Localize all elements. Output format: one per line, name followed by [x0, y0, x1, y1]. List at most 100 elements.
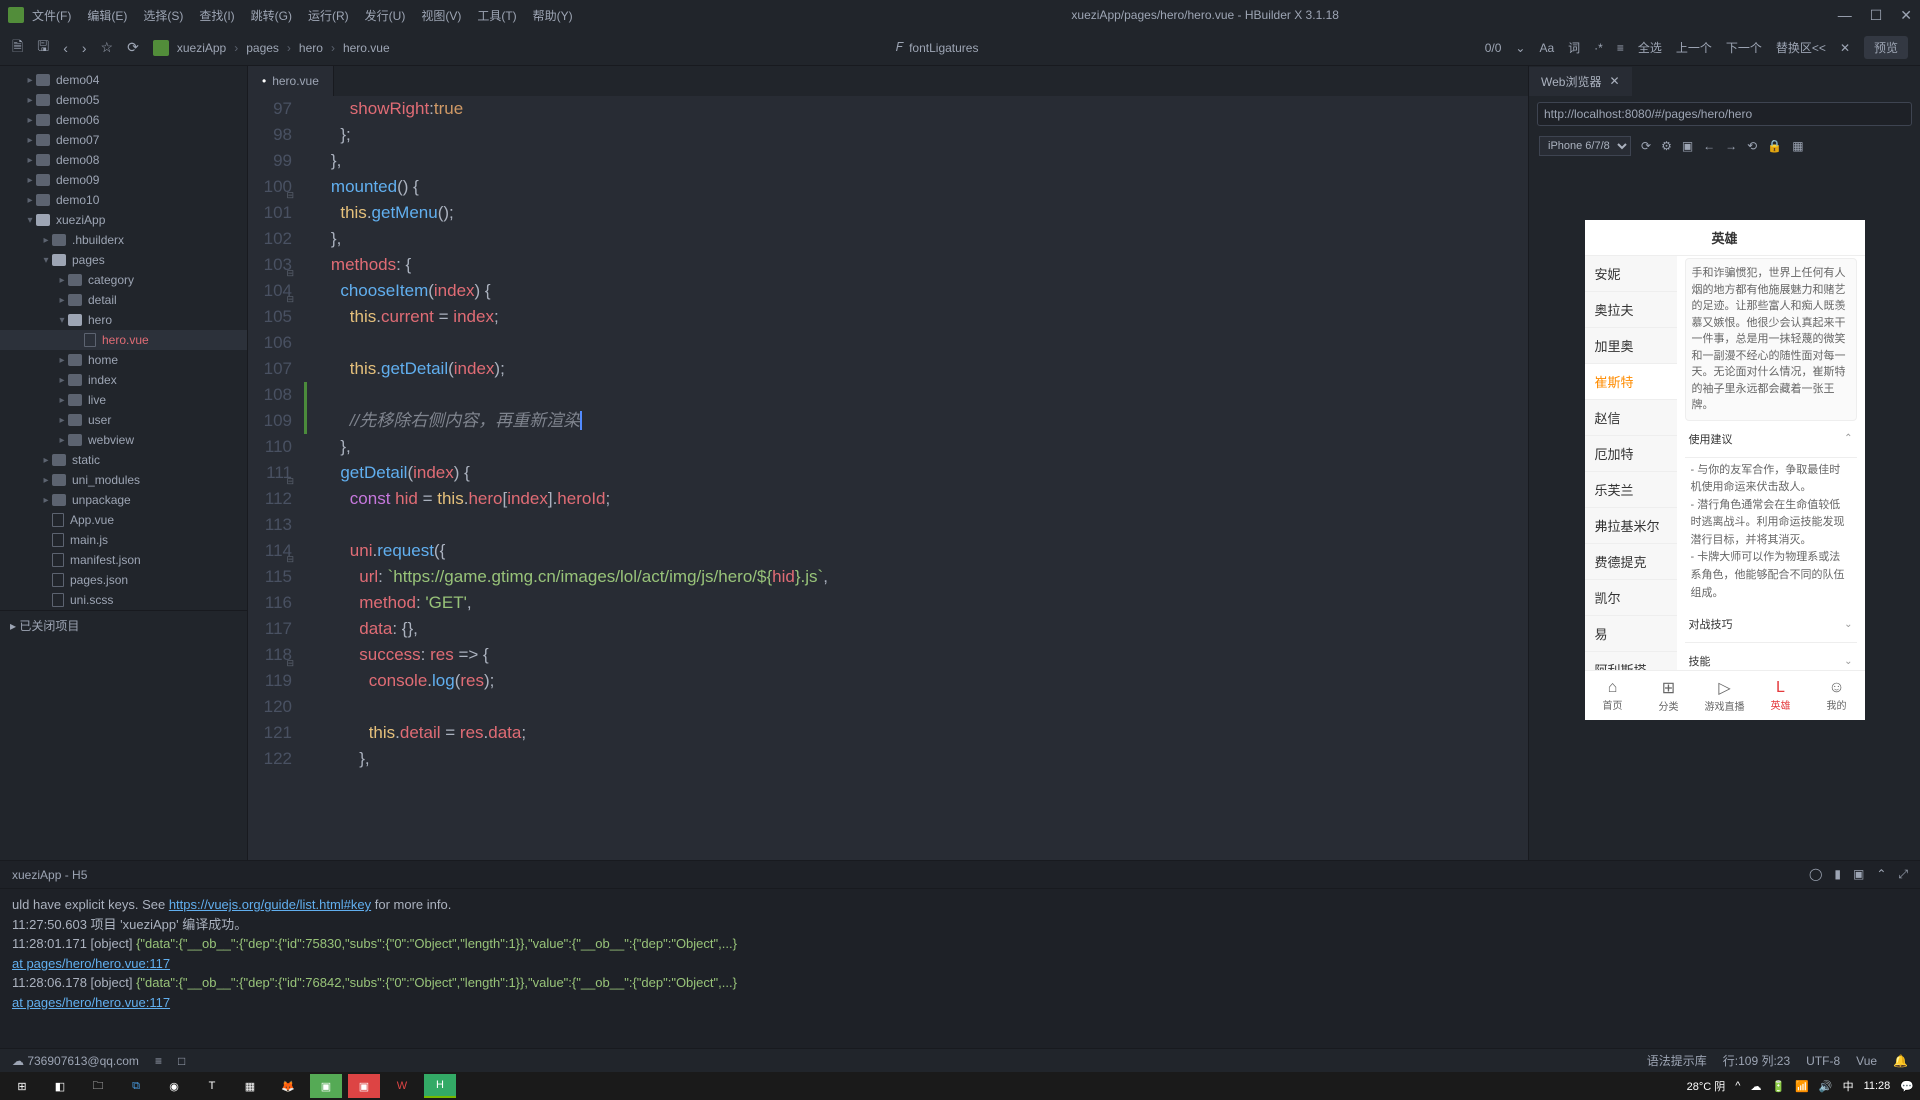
folder-item[interactable]: ▸category [0, 270, 247, 290]
pause-icon[interactable]: ▮ [1834, 867, 1841, 882]
browser-url-input[interactable] [1537, 102, 1912, 126]
menu-item[interactable]: 跳转(G) [251, 7, 292, 24]
tabbar-item[interactable]: ☺我的 [1809, 671, 1865, 720]
case-toggle[interactable]: Aa [1539, 41, 1554, 55]
breadcrumb-item[interactable]: hero.vue [343, 41, 390, 55]
forward-icon[interactable]: → [1725, 139, 1737, 153]
folder-item[interactable]: ▸unpackage [0, 490, 247, 510]
folder-item[interactable]: ▸.hbuilderx [0, 230, 247, 250]
next-button[interactable]: 下一个 [1726, 39, 1762, 56]
menu-item[interactable]: 视图(V) [421, 7, 461, 24]
explorer-icon[interactable]: 🗀 [82, 1074, 114, 1098]
firefox-icon[interactable]: 🦊 [272, 1074, 304, 1098]
folder-item[interactable]: ▸demo04 [0, 70, 247, 90]
tabbar-item[interactable]: ⌂首页 [1585, 671, 1641, 720]
back-icon[interactable]: ‹ [63, 40, 68, 56]
folder-item[interactable]: ▾xueziApp [0, 210, 247, 230]
menu-item[interactable]: 编辑(E) [87, 7, 127, 24]
new-file-icon[interactable]: 🗎 [12, 36, 23, 60]
chrome-icon[interactable]: ◉ [158, 1074, 190, 1098]
hero-list-item[interactable]: 易 [1585, 616, 1677, 652]
notifications-icon[interactable]: 🔔 [1893, 1054, 1908, 1068]
select-all-button[interactable]: 全选 [1638, 39, 1662, 56]
file-item[interactable]: App.vue [0, 510, 247, 530]
hero-list-item[interactable]: 弗拉基米尔 [1585, 508, 1677, 544]
file-item[interactable]: uni.scss [0, 590, 247, 610]
folder-item[interactable]: ▸user [0, 410, 247, 430]
close-button[interactable]: ✕ [1900, 7, 1912, 24]
forward-icon[interactable]: › [82, 40, 87, 56]
folder-item[interactable]: ▸demo05 [0, 90, 247, 110]
hero-list-item[interactable]: 费德提克 [1585, 544, 1677, 580]
browser-tab[interactable]: Web浏览器 ✕ [1529, 67, 1632, 96]
folder-item[interactable]: ▸demo07 [0, 130, 247, 150]
app-icon[interactable]: ▦ [234, 1074, 266, 1098]
file-item[interactable]: manifest.json [0, 550, 247, 570]
hero-list-item[interactable]: 乐芙兰 [1585, 472, 1677, 508]
language-mode[interactable]: Vue [1856, 1054, 1877, 1068]
system-tray[interactable]: 28°C 阴 ^☁🔋📶🔊中 11:28 💬 [1687, 1078, 1914, 1094]
folder-item[interactable]: ▸demo09 [0, 170, 247, 190]
hero-list-item[interactable]: 赵信 [1585, 400, 1677, 436]
hero-list-item[interactable]: 加里奥 [1585, 328, 1677, 364]
tabbar-item[interactable]: L英雄 [1753, 671, 1809, 720]
hero-list-item[interactable]: 阿利斯塔 [1585, 652, 1677, 670]
accordion-header[interactable]: 对战技巧⌄ [1685, 606, 1857, 643]
regex-toggle[interactable]: ·* [1594, 41, 1603, 55]
breadcrumb-item[interactable]: xueziApp [177, 41, 226, 55]
font-ligatures-input[interactable]: 𝐹 fontLigatures [896, 40, 979, 55]
expand-icon[interactable]: ⤢ [1898, 867, 1908, 882]
breadcrumb-item[interactable]: pages [246, 41, 279, 55]
accordion-header[interactable]: 技能⌄ [1685, 643, 1857, 670]
breadcrumb-item[interactable]: hero [299, 41, 323, 55]
star-icon[interactable]: ☆ [101, 39, 114, 56]
back-icon[interactable]: ← [1703, 139, 1715, 153]
file-item[interactable]: pages.json [0, 570, 247, 590]
hero-list-item[interactable]: 厄加特 [1585, 436, 1677, 472]
preview-button[interactable]: 预览 [1864, 36, 1908, 59]
close-icon[interactable]: ✕ [1609, 74, 1619, 88]
screenshot-icon[interactable]: ▣ [1682, 139, 1693, 153]
tabbar-item[interactable]: ▷游戏直播 [1697, 671, 1753, 720]
accordion-header[interactable]: 使用建议⌃ [1685, 421, 1857, 458]
replace-button[interactable]: 替换区<< [1776, 39, 1826, 56]
tabbar-item[interactable]: ⊞分类 [1641, 671, 1697, 720]
account-info[interactable]: ☁ 736907613@qq.com [12, 1054, 139, 1068]
folder-item[interactable]: ▸demo08 [0, 150, 247, 170]
status-icon[interactable]: ≡ [155, 1054, 162, 1068]
file-item[interactable]: main.js [0, 530, 247, 550]
chevron-down-icon[interactable]: ⌄ [1515, 41, 1525, 55]
file-item[interactable]: hero.vue [0, 330, 247, 350]
prev-button[interactable]: 上一个 [1676, 39, 1712, 56]
minimize-button[interactable]: — [1838, 7, 1852, 24]
app-icon[interactable]: W [386, 1074, 418, 1098]
menu-item[interactable]: 工具(T) [477, 7, 516, 24]
menu-item[interactable]: 选择(S) [143, 7, 183, 24]
folder-item[interactable]: ▸home [0, 350, 247, 370]
reload-icon[interactable]: ⟳ [1641, 139, 1651, 153]
collapse-icon[interactable]: ⌃ [1876, 867, 1886, 882]
menu-item[interactable]: 发行(U) [365, 7, 406, 24]
menu-item[interactable]: 查找(I) [199, 7, 234, 24]
folder-item[interactable]: ▸detail [0, 290, 247, 310]
hero-list[interactable]: 安妮奥拉夫加里奥崔斯特赵信厄加特乐芙兰弗拉基米尔费德提克凯尔易阿利斯塔瑞兹赛恩希… [1585, 256, 1677, 670]
app-icon[interactable]: T [196, 1074, 228, 1098]
code-editor[interactable]: 979899100⊟101102103⊟104⊟1051061071081091… [248, 96, 1528, 860]
menu-item[interactable]: 运行(R) [308, 7, 349, 24]
save-icon[interactable]: 🖫 [37, 36, 49, 60]
app-icon[interactable]: ▣ [310, 1074, 342, 1098]
status-icon[interactable]: □ [178, 1054, 185, 1068]
word-toggle[interactable]: 词 [1568, 39, 1580, 56]
hero-list-item[interactable]: 安妮 [1585, 256, 1677, 292]
folder-item[interactable]: ▸demo10 [0, 190, 247, 210]
lock-icon[interactable]: 🔒 [1767, 139, 1782, 153]
hero-detail[interactable]: 手和诈骗惯犯，世界上任何有人烟的地方都有他施展魅力和赌艺的足迹。让那些富人和痴人… [1677, 256, 1865, 670]
hero-list-item[interactable]: 奥拉夫 [1585, 292, 1677, 328]
qr-icon[interactable]: ▦ [1792, 139, 1803, 153]
vscode-icon[interactable]: ⧉ [120, 1074, 152, 1098]
console-output[interactable]: uld have explicit keys. See https://vuej… [0, 889, 1920, 1048]
menu-item[interactable]: 文件(F) [32, 7, 71, 24]
settings-icon[interactable]: ⚙ [1661, 139, 1672, 153]
encoding[interactable]: UTF-8 [1806, 1054, 1840, 1068]
start-button[interactable]: ⊞ [6, 1074, 38, 1098]
